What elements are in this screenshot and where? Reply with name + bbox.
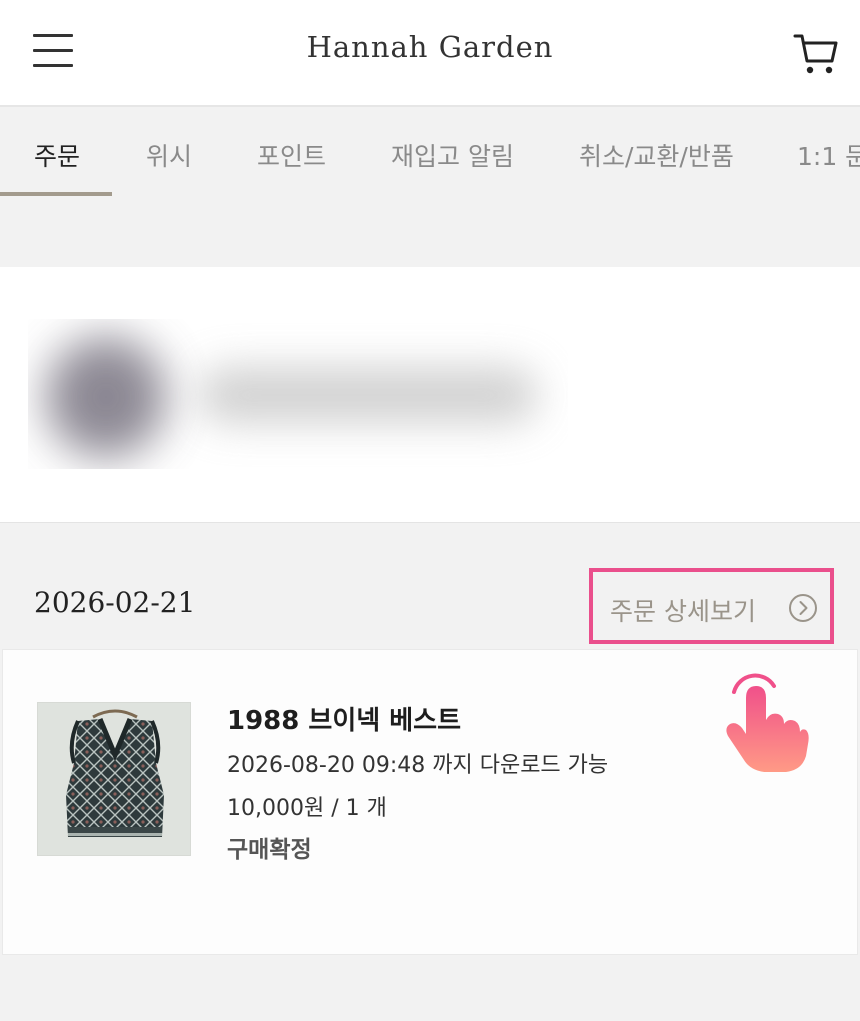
chevron-right-circle-icon: [788, 593, 818, 623]
brand-logo[interactable]: Hannah Garden: [0, 30, 860, 64]
shopping-cart-icon[interactable]: [792, 30, 840, 78]
profile-card: [0, 267, 860, 523]
order-status: 구매확정: [227, 837, 312, 863]
active-tab-indicator: [0, 192, 112, 196]
order-date: 2026-02-21: [34, 586, 196, 619]
download-deadline: 2026-08-20 09:48 까지 다운로드 가능: [227, 753, 609, 778]
tab-wish[interactable]: 위시: [146, 137, 192, 173]
blurred-profile: [28, 319, 568, 469]
product-thumbnail[interactable]: [37, 702, 191, 856]
tab-cancel-exchange-return[interactable]: 취소/교환/반품: [579, 137, 734, 173]
blurred-profile-text: [198, 367, 538, 423]
mypage-tab-bar: 주문 위시 포인트 재입고 알림 취소/교환/반품 1:1 문: [0, 109, 860, 197]
tap-hand-pointer-icon: [720, 664, 810, 776]
tab-order[interactable]: 주문: [34, 137, 80, 173]
avatar: [46, 337, 166, 457]
tab-point[interactable]: 포인트: [257, 137, 326, 173]
tab-one-to-one-inquiry[interactable]: 1:1 문: [797, 137, 860, 173]
order-detail-link[interactable]: 주문 상세보기: [589, 568, 834, 644]
order-detail-label: 주문 상세보기: [610, 597, 756, 626]
app-header: Hannah Garden: [0, 0, 860, 107]
price-quantity: 10,000원 / 1 개: [227, 796, 387, 821]
tab-restock-alert[interactable]: 재입고 알림: [391, 137, 514, 173]
product-title[interactable]: 1988 브이넥 베스트: [227, 700, 461, 737]
